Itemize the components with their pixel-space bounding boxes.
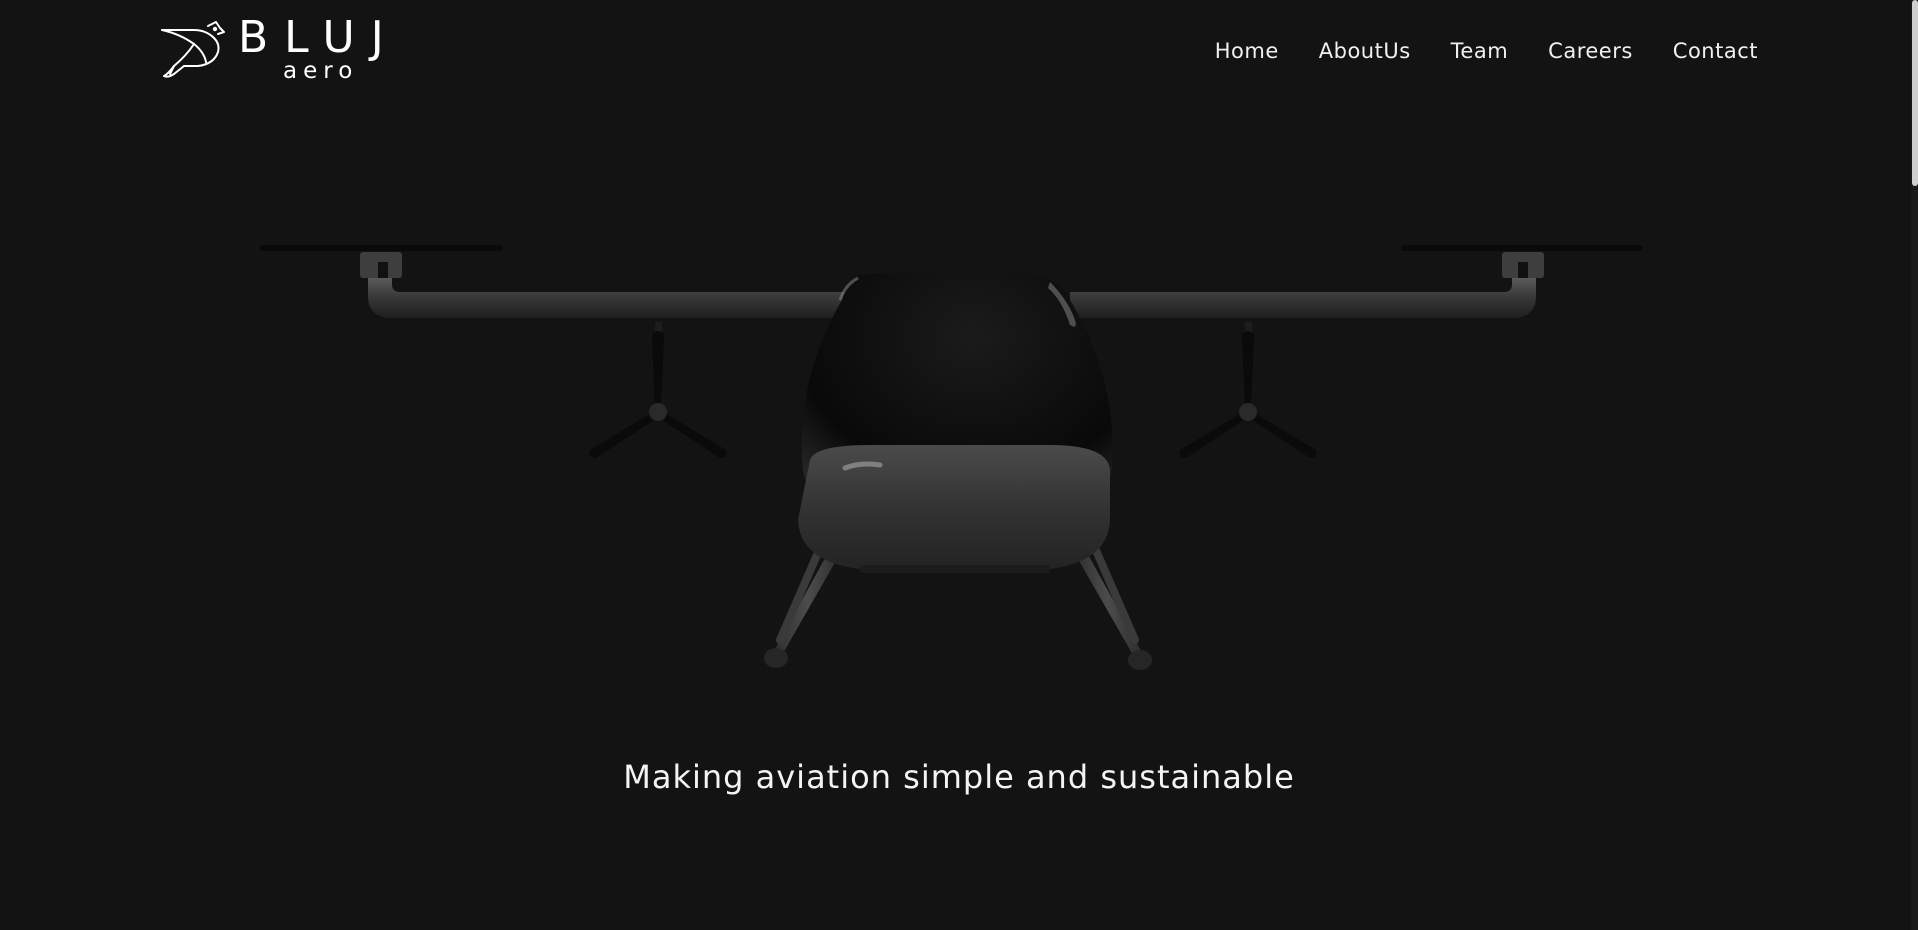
scrollbar-thumb[interactable] [1912, 0, 1918, 186]
nav-item-about-us[interactable]: AboutUs [1319, 36, 1411, 66]
nav-item-contact[interactable]: Contact [1673, 36, 1758, 66]
nav-item-careers[interactable]: Careers [1548, 36, 1633, 66]
main-nav: Home AboutUs Team Careers Contact [1175, 36, 1758, 66]
brand-name: BLUJ [238, 12, 400, 63]
page-scrollbar[interactable] [1911, 0, 1918, 930]
bird-icon [161, 21, 225, 78]
page: BLUJ aero Home AboutUs Team Careers Cont… [0, 0, 1918, 930]
nav-item-home[interactable]: Home [1215, 36, 1279, 66]
brand-logo[interactable]: BLUJ aero [160, 14, 400, 84]
hero-tagline: Making aviation simple and sustainable [623, 758, 1295, 796]
nav-item-team[interactable]: Team [1451, 36, 1509, 66]
site-header: BLUJ aero Home AboutUs Team Careers Cont… [0, 0, 1918, 100]
brand-subname: aero [283, 58, 359, 84]
